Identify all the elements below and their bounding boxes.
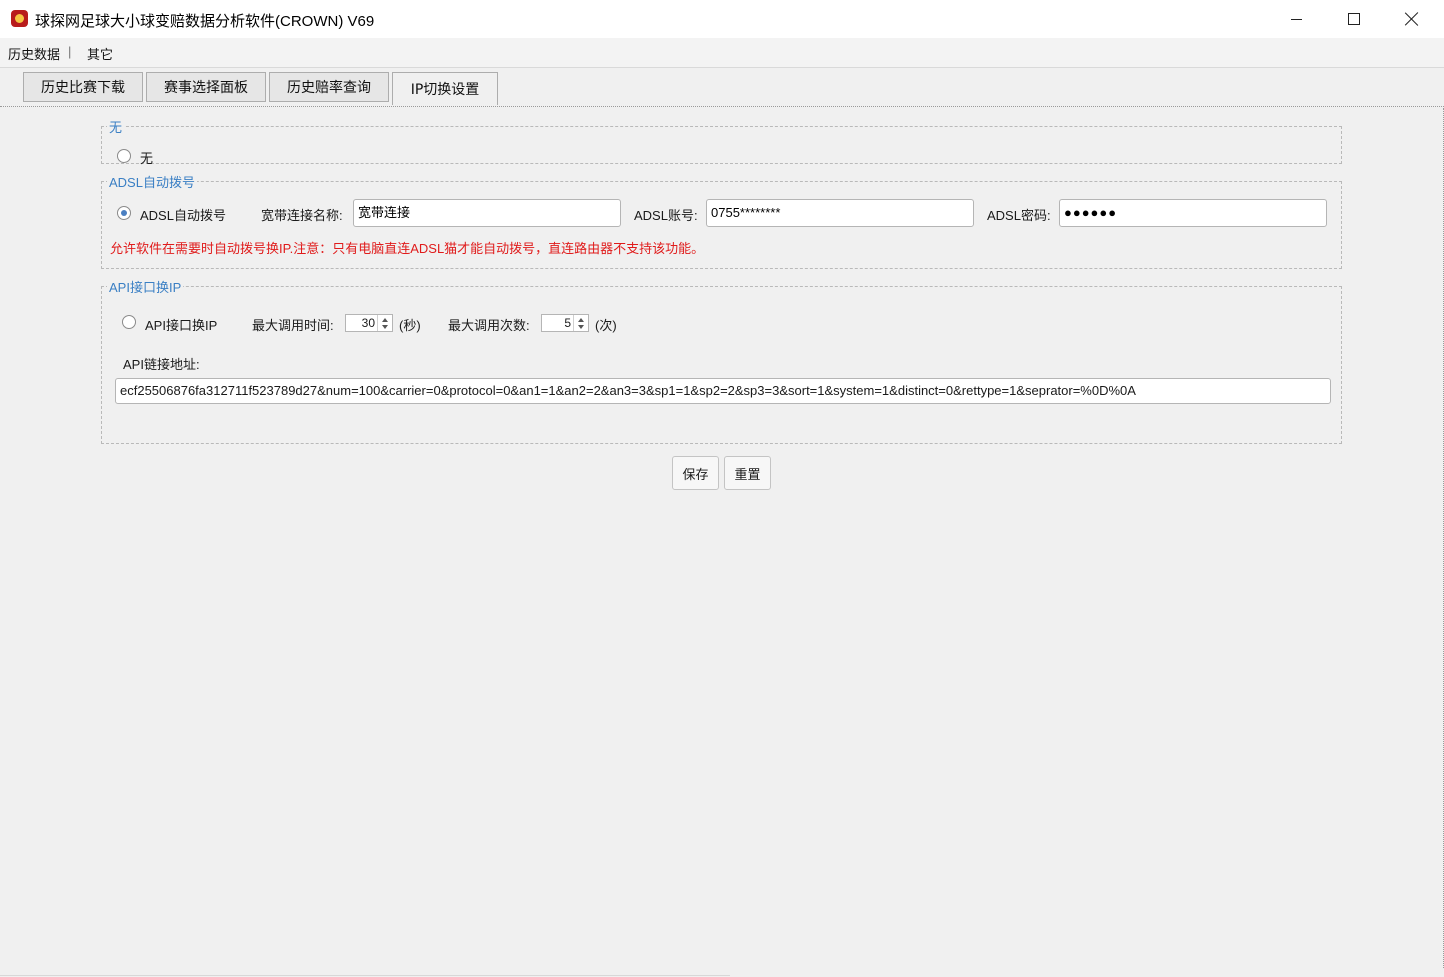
max-time-unit: (秒) (399, 318, 421, 333)
adsl-account-input[interactable]: 0755******** (706, 199, 974, 227)
max-count-label: 最大调用次数: (448, 318, 530, 333)
max-count-value: 5 (564, 316, 571, 330)
radio-api[interactable] (122, 315, 136, 329)
minimize-button[interactable] (1267, 0, 1325, 38)
tab-strip: 历史比赛下载 赛事选择面板 历史赔率查询 IP切换设置 (0, 67, 1444, 107)
spin-down-icon[interactable] (382, 325, 388, 329)
group-none: 无 无 (101, 117, 1342, 166)
bottom-border (0, 975, 730, 976)
spin-up-icon[interactable] (578, 318, 584, 322)
max-count-unit: (次) (595, 318, 617, 333)
tab-content-border (0, 106, 1444, 107)
reset-button[interactable]: 重置 (724, 456, 771, 490)
close-button[interactable] (1383, 0, 1441, 38)
adsl-password-input[interactable]: ●●●●●● (1059, 199, 1327, 227)
spin-up-icon[interactable] (382, 318, 388, 322)
maximize-icon (1348, 13, 1360, 25)
close-icon (1405, 12, 1419, 26)
api-url-input[interactable]: ecf25506876fa312711f523789d27&num=100&ca… (115, 378, 1331, 404)
tab-odds-query[interactable]: 历史赔率查询 (269, 72, 389, 102)
max-count-arrows[interactable] (573, 315, 588, 331)
max-time-label: 最大调用时间: (252, 318, 334, 333)
radio-adsl[interactable] (117, 206, 131, 220)
title-bar: 球探网足球大小球变赔数据分析软件(CROWN) V69 (0, 0, 1444, 38)
max-time-value: 30 (361, 316, 375, 330)
max-time-stepper[interactable]: 30 (345, 314, 393, 332)
group-api-legend: API接口换IP (107, 277, 184, 296)
max-time-arrows[interactable] (377, 315, 392, 331)
conn-name-input[interactable]: 宽带连接 (353, 199, 621, 227)
group-adsl-legend: ADSL自动拨号 (107, 172, 197, 191)
window-title: 球探网足球大小球变赔数据分析软件(CROWN) V69 (35, 13, 375, 30)
tab-match-selection[interactable]: 赛事选择面板 (146, 72, 266, 102)
menu-other[interactable]: 其它 (87, 44, 113, 63)
tab-history-download[interactable]: 历史比赛下载 (23, 72, 143, 102)
adsl-notice: 允许软件在需要时自动拨号换IP.注意：只有电脑直连ADSL猫才能自动拨号，直连路… (110, 241, 705, 256)
group-adsl: ADSL自动拨号 ADSL自动拨号 宽带连接名称: 宽带连接 ADSL账号: 0… (101, 172, 1342, 269)
radio-none[interactable] (117, 149, 131, 163)
group-none-legend: 无 (107, 117, 125, 136)
menu-bar: 历史数据 | 其它 (0, 38, 1444, 68)
save-button[interactable]: 保存 (672, 456, 719, 490)
menu-history-data[interactable]: 历史数据 (8, 44, 60, 63)
api-url-label: API链接地址: (123, 357, 200, 372)
adsl-password-label: ADSL密码: (987, 208, 1051, 223)
group-api: API接口换IP API接口换IP 最大调用时间: 30 (秒) 最大调用次数:… (101, 277, 1342, 444)
conn-name-label: 宽带连接名称: (261, 208, 343, 223)
radio-api-label: API接口换IP (145, 318, 218, 333)
minimize-icon (1290, 18, 1302, 20)
menu-separator: | (68, 44, 72, 59)
adsl-account-label: ADSL账号: (634, 208, 698, 223)
spin-down-icon[interactable] (578, 325, 584, 329)
max-count-stepper[interactable]: 5 (541, 314, 589, 332)
tab-ip-settings[interactable]: IP切换设置 (392, 72, 498, 105)
maximize-button[interactable] (1325, 0, 1383, 38)
radio-adsl-label: ADSL自动拨号 (140, 208, 226, 223)
app-icon (11, 10, 28, 27)
radio-none-label: 无 (140, 151, 154, 166)
